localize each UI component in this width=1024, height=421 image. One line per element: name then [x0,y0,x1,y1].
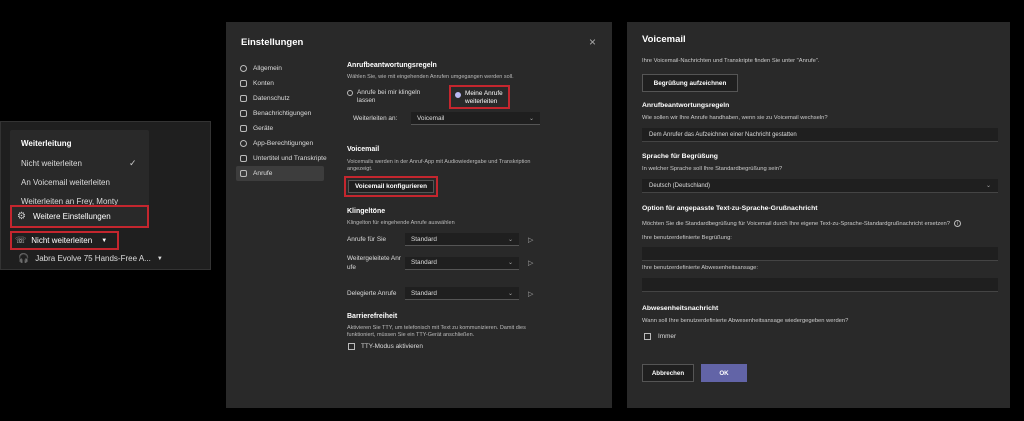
absence-heading: Abwesenheitsnachricht [642,305,719,312]
voicemail-desc: Voicemails werden in der Anruf-App mit A… [347,159,531,172]
configure-voicemail-button[interactable]: Voicemail konfigurieren [348,180,434,193]
voicemail-dialog: Voicemail Ihre Voicemail-Nachrichten und… [627,22,1010,408]
nav-item-general[interactable]: Allgemein [236,61,324,76]
gear-icon [240,65,247,72]
custom-greeting-label: Ihre benutzerdefinierte Begrüßung: [642,235,732,241]
chevron-down-icon: ⌄ [507,260,513,266]
audio-device-selector[interactable]: 🎧 Jabra Evolve 75 Hands-Free A... ▼ [18,253,163,264]
greeting-language-select[interactable]: Deutsch (Deutschland) ⌄ [642,179,998,193]
radio-ring[interactable]: Anrufe bei mir klingeln lassen [347,89,431,105]
checkmark-icon: ✓ [129,158,137,168]
radio-on [455,92,461,98]
settings-dialog: Einstellungen × Allgemein Konten Datensc… [226,22,612,408]
more-settings-button[interactable]: ⚙ Weitere Einstellungen [10,205,149,228]
custom-absence-label: Ihre benutzerdefinierte Abwesenheitsansa… [642,265,759,271]
chevron-down-icon: ⌄ [507,290,513,297]
nav-item-app-permissions[interactable]: App-Berechtigungen [236,136,324,151]
tts-question-row: Möchten Sie die Standardbegrüßung für Vo… [642,220,961,227]
nav-item-notifications[interactable]: Benachrichtigungen [236,106,324,121]
checkbox-icon [348,343,355,350]
ringtones-desc: Klingelton für eingehende Anrufe auswähl… [347,220,455,226]
voicemail-heading: Voicemail [347,146,380,153]
play-icon[interactable]: ▷ [528,236,533,244]
tty-checkbox[interactable]: TTY-Modus aktivieren [348,343,423,350]
menu-item-no-forward[interactable]: Nicht weiterleiten [21,159,82,168]
record-greeting-button[interactable]: Begrüßung aufzeichnen [642,74,738,92]
nav-item-calls[interactable]: Anrufe [236,166,324,181]
radio-forward[interactable]: Meine Anrufe weiterleiten [449,85,510,109]
ok-button[interactable]: OK [701,364,747,382]
headset-icon: 🎧 [18,253,30,263]
cancel-button[interactable]: Abbrechen [642,364,694,382]
tts-heading: Option für angepasste Text-zu-Sprache-Gr… [642,205,818,212]
answer-rules-heading: Anrufbeantwortungsregeln [642,102,730,109]
chevron-down-icon: ⌄ [985,183,991,189]
settings-title: Einstellungen [241,37,304,48]
ringtones-heading: Klingeltöne [347,208,386,215]
chevron-down-icon: ⌄ [528,115,534,122]
menu-item-forward-voicemail[interactable]: An Voicemail weiterleiten [21,178,110,187]
menu-header: Weiterleitung [21,139,72,148]
phone-forward-icon: ☏ [15,235,27,245]
caret-down-icon: ▼ [156,255,163,262]
configure-voicemail-outline: Voicemail konfigurieren [344,176,438,197]
info-icon[interactable]: i [953,220,961,227]
custom-absence-input[interactable] [642,278,998,292]
answer-rules-question: Wie sollen wir Ihre Anrufe handhaben, we… [642,115,828,121]
ringtone-row: Weitergeleitete Anrufe Standard ⌄ ▷ [347,255,534,271]
forwarding-toggle-button[interactable]: ☏ Nicht weiterleiten ▼ [10,231,119,250]
always-checkbox[interactable]: Immer [644,333,676,340]
play-icon[interactable]: ▷ [528,259,533,267]
gear-icon: ⚙ [17,211,26,222]
captions-icon [240,155,247,162]
forward-to-row: Weiterleiten an: Voicemail ⌄ [353,112,540,125]
more-settings-label: Weitere Einstellungen [32,212,111,221]
ringtone-row: Anrufe für Sie Standard ⌄ ▷ [347,233,533,246]
checkbox-icon [644,333,651,340]
close-icon[interactable]: × [589,35,596,49]
voicemail-info: Ihre Voicemail-Nachrichten und Transkrip… [642,58,820,64]
ringtone-select[interactable]: Standard ⌄ [405,233,519,246]
lock-icon [240,95,247,102]
accessibility-heading: Barrierefreiheit [347,313,398,320]
absence-question: Wann soll Ihre benutzerdefinierte Abwese… [642,318,849,324]
ringtone-select[interactable]: Standard ⌄ [405,287,519,300]
device-icon [240,125,247,132]
bell-icon [240,110,247,117]
audio-device-label: Jabra Evolve 75 Hands-Free A... [35,254,151,263]
permissions-icon [240,140,247,147]
answer-rules-heading: Anrufbeantwortungsregeln [347,62,437,69]
nav-item-captions[interactable]: Untertitel und Transkripte [236,151,327,166]
caret-down-icon: ▼ [101,237,108,244]
answer-rules-select[interactable]: Dem Anrufer das Aufzeichnen einer Nachri… [642,128,998,142]
accounts-icon [240,80,247,87]
nav-item-privacy[interactable]: Datenschutz [236,91,324,106]
play-icon[interactable]: ▷ [528,290,533,298]
radio-off [347,90,353,96]
nav-item-devices[interactable]: Geräte [236,121,324,136]
call-forwarding-flyout: Weiterleitung Nicht weiterleiten ✓ An Vo… [0,121,211,270]
forward-to-select[interactable]: Voicemail ⌄ [411,112,540,125]
forwarding-toggle-label: Nicht weiterleiten [31,236,93,245]
accessibility-desc: Aktivieren Sie TTY, um telefonisch mit T… [347,325,526,338]
chevron-down-icon: ⌄ [507,236,513,243]
greeting-language-heading: Sprache für Begrüßung [642,153,718,160]
nav-item-accounts[interactable]: Konten [236,76,324,91]
ringtone-select[interactable]: Standard ⌄ [405,256,519,270]
greeting-language-question: In welcher Sprache soll Ihre Standardbeg… [642,166,783,172]
phone-icon [240,170,247,177]
ringtone-row: Delegierte Anrufe Standard ⌄ ▷ [347,287,533,300]
answer-rules-desc: Wählen Sie, wie mit eingehenden Anrufen … [347,74,514,80]
voicemail-title: Voicemail [642,34,686,45]
custom-greeting-input[interactable] [642,247,998,261]
